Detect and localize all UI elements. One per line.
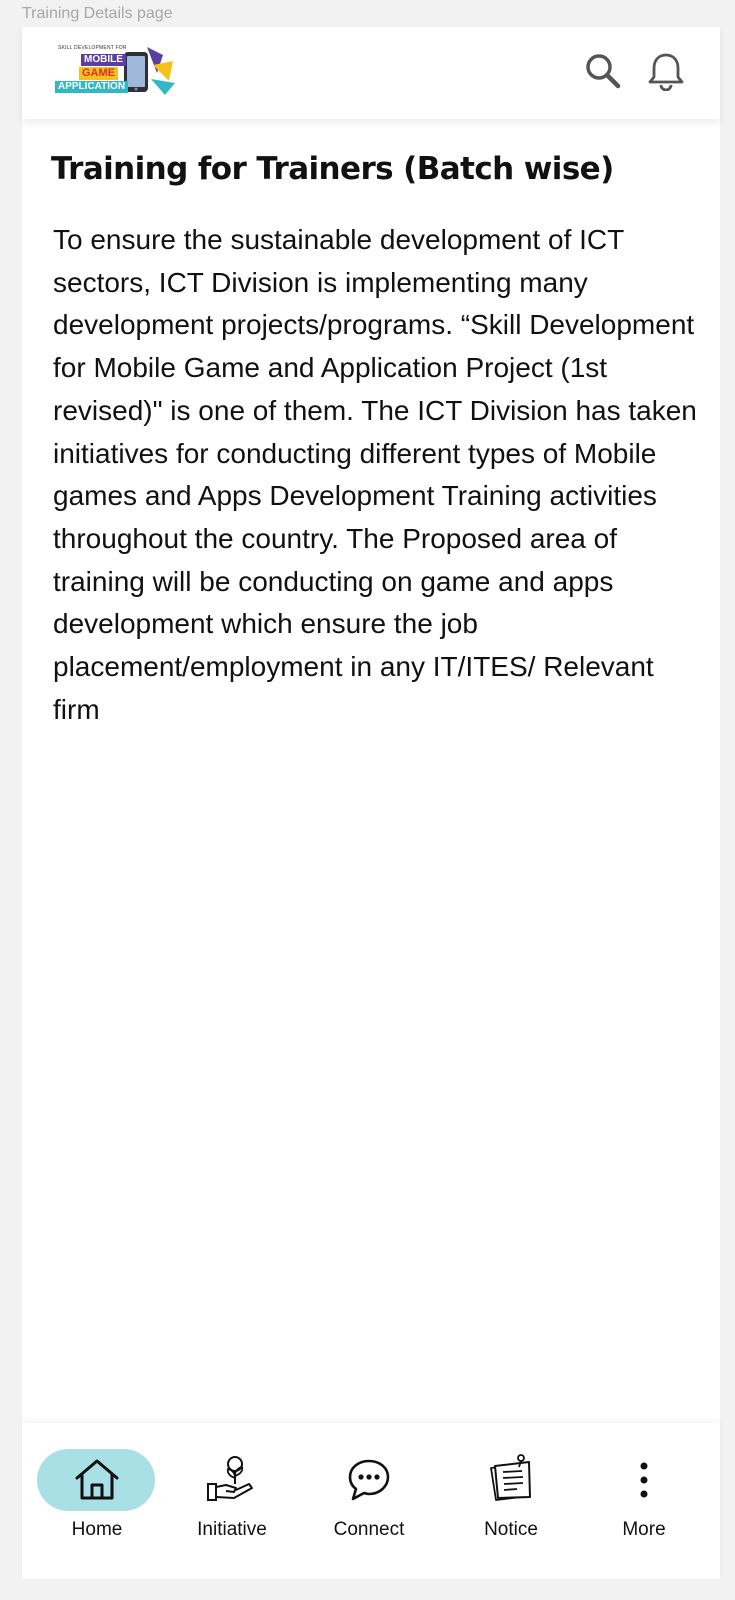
bell-icon [648, 53, 684, 92]
nav-item-notice[interactable]: Notice [446, 1423, 576, 1579]
nav-label-home: Home [71, 1519, 123, 1540]
home-icon [75, 1459, 119, 1500]
app-logo[interactable]: SKILL DEVELOPMENT FOR MOBILE GAME APPLIC… [53, 43, 177, 99]
notifications-button[interactable] [646, 51, 686, 92]
nav-item-more[interactable]: More [579, 1423, 709, 1579]
logo-tagline: SKILL DEVELOPMENT FOR [58, 45, 127, 51]
nav-item-initiative[interactable]: Initiative [167, 1423, 297, 1579]
nav-item-home[interactable]: Home [30, 1423, 164, 1579]
logo-word-application: APPLICATION [55, 81, 129, 93]
training-description: To ensure the sustainable development of… [53, 224, 697, 725]
search-icon [586, 54, 621, 89]
nav-item-connect[interactable]: Connect [304, 1423, 434, 1579]
search-button[interactable] [583, 51, 623, 91]
logo-word-game: GAME [79, 67, 118, 80]
bottom-navigation: Home Initiative Connect Notice More [22, 1423, 720, 1579]
nav-label-connect: Connect [333, 1519, 405, 1540]
nav-label-notice: Notice [484, 1519, 538, 1540]
nav-label-more: More [622, 1519, 666, 1540]
nav-label-initiative: Initiative [197, 1519, 267, 1540]
initiative-icon [207, 1456, 253, 1501]
chat-icon [348, 1459, 390, 1501]
app-header: SKILL DEVELOPMENT FOR MOBILE GAME APPLIC… [22, 27, 720, 119]
logo-word-mobile: MOBILE [81, 54, 126, 66]
notice-icon [490, 1454, 531, 1501]
app-screen: SKILL DEVELOPMENT FOR MOBILE GAME APPLIC… [22, 27, 720, 1579]
frame-label: Training Details page [22, 5, 173, 22]
page-title: Training for Trainers (Batch wise) [51, 151, 614, 187]
more-vertical-icon [640, 1462, 648, 1498]
